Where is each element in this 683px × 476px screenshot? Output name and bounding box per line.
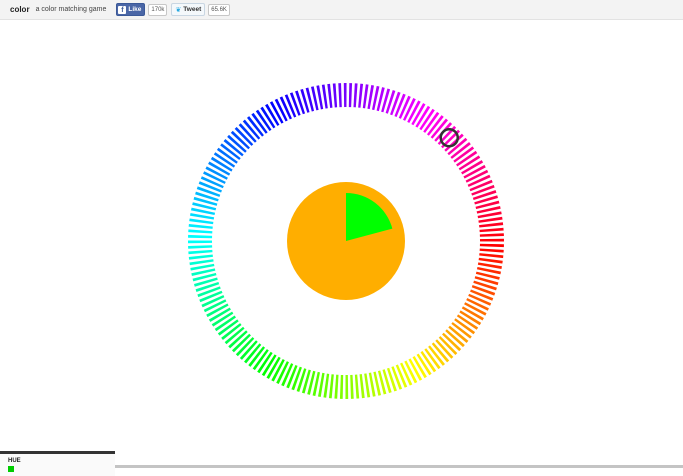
tweet-count: 65.6K [208, 3, 230, 16]
tweet-label: Tweet [183, 6, 202, 13]
hue-swatch [8, 466, 14, 472]
facebook-like-button[interactable]: f Like [116, 3, 146, 16]
progress-track [115, 465, 683, 468]
game-canvas [187, 83, 504, 400]
facebook-like-label: Like [128, 6, 142, 13]
like-count: 170k [148, 3, 168, 16]
hud-panel: HUE [0, 451, 115, 476]
tweet-button[interactable]: ❦ Tweet [171, 3, 206, 16]
brand-title[interactable]: color [10, 5, 30, 14]
twitter-bird-icon: ❦ [175, 6, 182, 14]
hue-label: HUE [8, 458, 21, 464]
facebook-icon: f [118, 5, 127, 14]
tagline: a color matching game [35, 6, 107, 13]
top-bar: color a color matching game f Like 170k … [0, 0, 683, 20]
